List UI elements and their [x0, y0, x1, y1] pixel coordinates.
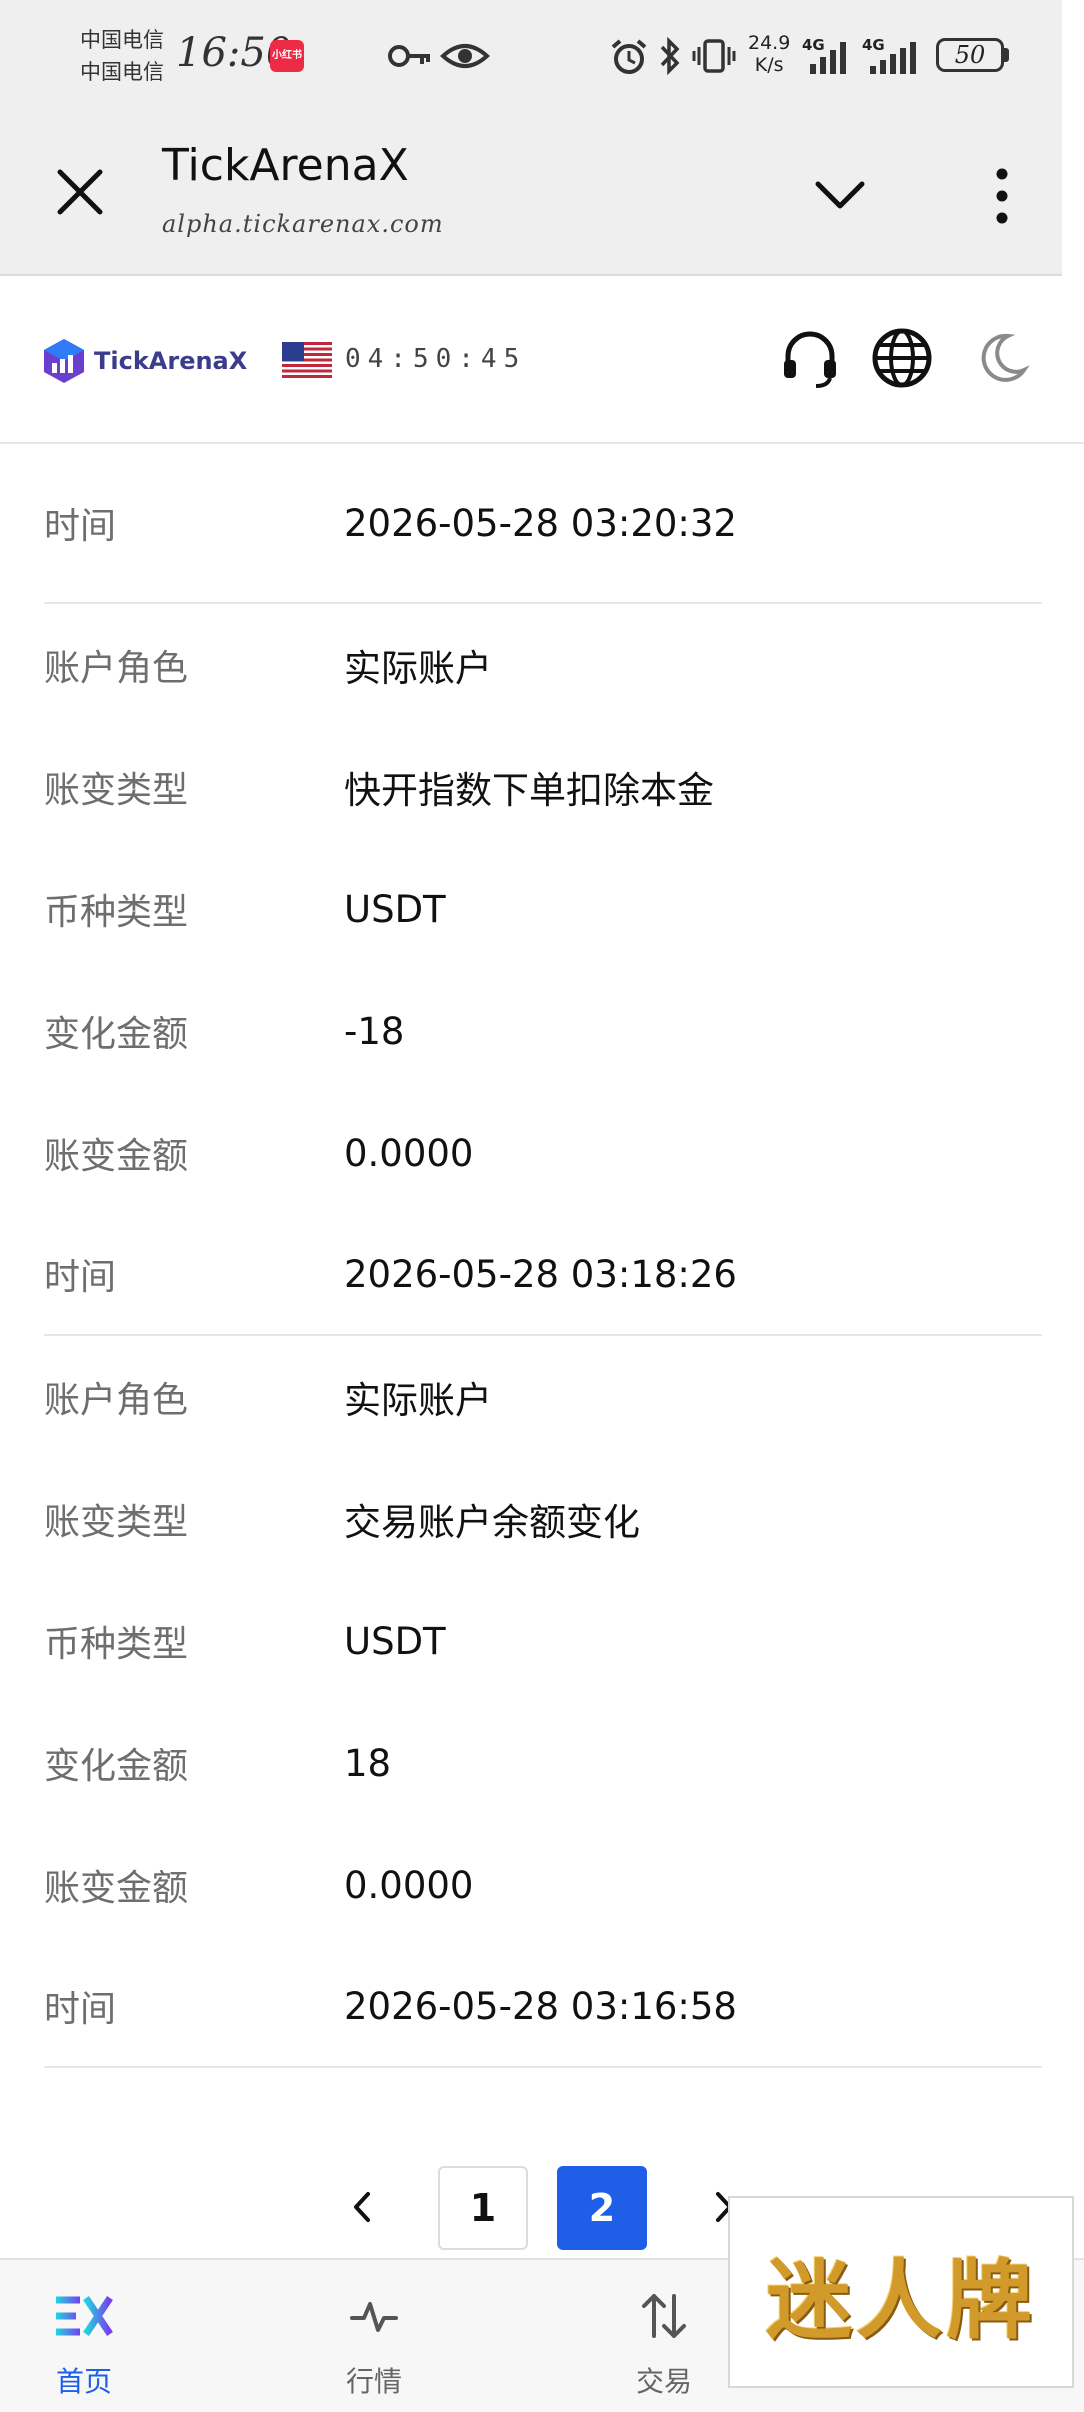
record-row: 币种类型 USDT [44, 1580, 1042, 1702]
logo-text: TickArenaX [94, 347, 248, 375]
record-label: 币种类型 [44, 1624, 189, 1665]
browser-toolbar: TickArenaX alpha.tickarenax.com [0, 110, 1062, 276]
more-menu-icon[interactable] [985, 166, 1019, 226]
site-logo[interactable]: TickArenaX [42, 336, 247, 386]
battery-icon: 50 [936, 38, 1004, 72]
headset-support-icon[interactable] [778, 326, 842, 390]
us-flag-icon[interactable] [282, 342, 332, 378]
record-value: -18 [344, 1009, 405, 1053]
record-row: 时间 2026-05-28 03:16:58 [44, 1946, 1042, 2068]
nav-item-home[interactable]: 首页 [4, 2260, 164, 2412]
record-row: 变化金额 18 [44, 1702, 1042, 1824]
logo-cube-icon [44, 339, 84, 383]
record-label: 币种类型 [44, 892, 189, 933]
record-value: 交易账户余额变化 [344, 1501, 640, 1544]
record-value: 0.0000 [344, 1131, 474, 1175]
record-label: 变化金额 [44, 1746, 189, 1787]
record-label: 时间 [44, 1989, 117, 2030]
record-row: 币种类型 USDT [44, 848, 1042, 970]
record-value: 2026-05-28 03:20:32 [344, 501, 737, 545]
record-label: 时间 [44, 1257, 117, 1298]
moon-dark-mode-icon[interactable] [968, 326, 1032, 390]
record-row: 账户角色 实际账户 [44, 604, 1042, 726]
globe-language-icon[interactable] [870, 326, 934, 390]
record-value: 2026-05-28 03:16:58 [344, 1984, 737, 2028]
record-value: 实际账户 [344, 647, 492, 690]
ex-logo-icon [56, 2296, 113, 2336]
record-label: 账户角色 [44, 648, 189, 689]
record-value: 实际账户 [344, 1379, 492, 1422]
record-row: 账变类型 交易账户余额变化 [44, 1458, 1042, 1580]
record-value: 0.0000 [344, 1863, 474, 1907]
eye-icon [440, 44, 490, 68]
record-label: 账户角色 [44, 1380, 189, 1421]
record-row: 时间 2026-05-28 03:20:32 [44, 444, 1042, 604]
carrier-2: 中国电信 [80, 60, 164, 84]
record-row: 账户角色 实际账户 [44, 1336, 1042, 1458]
record-label: 账变类型 [44, 1502, 189, 1543]
carrier-1: 中国电信 [80, 28, 164, 52]
key-icon [388, 45, 430, 67]
record-row: 变化金额 -18 [44, 970, 1042, 1092]
record-value: USDT [344, 1619, 446, 1663]
bluetooth-icon [660, 36, 680, 76]
chevron-down-icon[interactable] [810, 170, 870, 220]
nav-label-market: 行情 [345, 2365, 402, 2398]
record-label: 账变类型 [44, 770, 189, 811]
nav-label-home: 首页 [55, 2365, 112, 2398]
battery-cap [1004, 48, 1009, 62]
chevron-left-icon[interactable] [344, 2182, 380, 2232]
record-row: 账变金额 0.0000 [44, 1092, 1042, 1214]
network-speed: 24.9 K/s [748, 32, 791, 76]
record-row: 账变类型 快开指数下单扣除本金 [44, 726, 1042, 848]
app-notification-badge: 小红书 [270, 40, 304, 72]
record-label: 账变金额 [44, 1868, 189, 1909]
alarm-icon [611, 39, 647, 74]
record-row: 账变金额 0.0000 [44, 1824, 1042, 1946]
nav-item-trade[interactable]: 交易 [584, 2260, 744, 2412]
carrier-labels: 中国电信 中国电信 [80, 24, 164, 88]
page-title: TickArenaX [162, 140, 409, 191]
record-value: 18 [344, 1741, 392, 1785]
page-button-2[interactable]: 2 [557, 2166, 647, 2250]
record-value: 快开指数下单扣除本金 [344, 769, 714, 812]
record-value: USDT [344, 887, 446, 931]
pulse-icon [350, 2302, 398, 2332]
page-url: alpha.tickarenax.com [162, 210, 444, 238]
server-clock: 04:50:45 [345, 344, 527, 374]
watermark-text: 迷人牌 [766, 2249, 1036, 2351]
status-bar: 中国电信 中国电信 16:50 小红书 24.9 K/s 4G 4G 50 [0, 0, 1062, 110]
record-value: 2026-05-28 03:18:26 [344, 1252, 737, 1296]
nav-item-market[interactable]: 行情 [294, 2260, 454, 2412]
site-header: TickArenaX 04:50:45 [0, 276, 1084, 444]
record-label: 账变金额 [44, 1136, 189, 1177]
record-row: 时间 2026-05-28 03:18:26 [44, 1214, 1042, 1336]
close-icon[interactable] [50, 162, 110, 222]
vibrate-icon [692, 39, 736, 73]
watermark-overlay: 迷人牌 [728, 2196, 1074, 2388]
record-label: 变化金额 [44, 1014, 189, 1055]
signal-icon [870, 42, 916, 74]
battery-level: 50 [954, 41, 986, 69]
nav-label-trade: 交易 [635, 2365, 692, 2398]
page-button-1[interactable]: 1 [438, 2166, 528, 2250]
swap-arrows-icon [642, 2294, 686, 2338]
account-change-records: 时间 2026-05-28 03:20:32 账户角色 实际账户 账变类型 快开… [44, 444, 1042, 2068]
signal-icon [810, 42, 846, 74]
record-label: 时间 [44, 506, 117, 547]
